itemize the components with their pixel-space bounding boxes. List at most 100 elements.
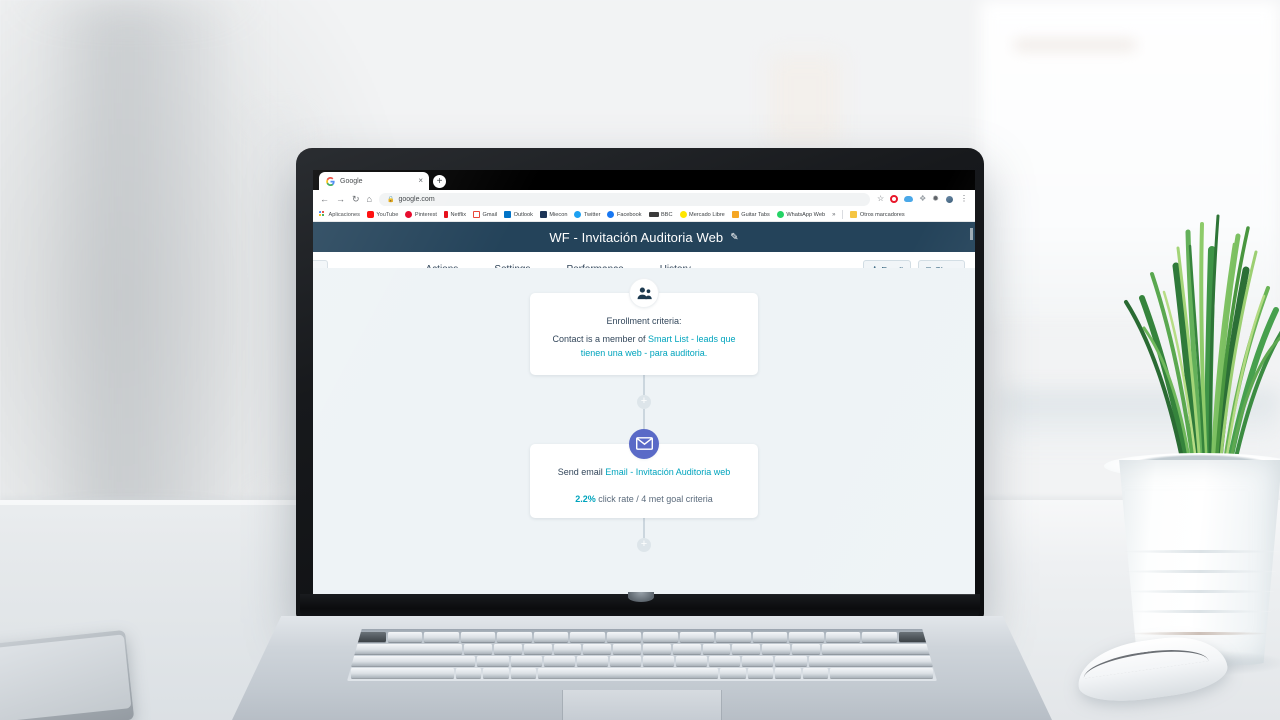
key bbox=[830, 668, 934, 678]
key bbox=[464, 644, 492, 654]
bookmark-item[interactable]: Mercado Libre bbox=[679, 211, 725, 218]
browser-window: Google × + ← → ↻ ⌂ 🔒 google.com ☆ ❖ ✹ ⋮ … bbox=[313, 170, 975, 595]
bookmark-item[interactable]: Guitar Tabs bbox=[731, 211, 770, 218]
bookmark-label: Guitar Tabs bbox=[741, 211, 770, 218]
bookmark-item[interactable]: Outlook bbox=[504, 211, 533, 218]
key bbox=[789, 632, 824, 642]
address-bar[interactable]: 🔒 google.com bbox=[378, 192, 870, 206]
bookmarks-overflow-button[interactable]: » bbox=[832, 212, 835, 218]
enrollment-criteria-title: Enrollment criteria: bbox=[606, 316, 682, 326]
add-step-button-1[interactable]: + bbox=[637, 394, 651, 409]
key bbox=[716, 632, 751, 642]
key bbox=[351, 644, 463, 654]
pot-ring-2 bbox=[1124, 570, 1277, 573]
pinterest-icon bbox=[405, 211, 413, 218]
reload-button[interactable]: ↻ bbox=[352, 194, 360, 204]
bookmarks-bar: Aplicaciones YouTube Pinterest Netflix G… bbox=[313, 208, 975, 222]
key bbox=[742, 656, 774, 666]
key bbox=[642, 644, 671, 654]
key bbox=[732, 644, 761, 654]
laptop-trackpad bbox=[562, 690, 722, 720]
gmail-icon bbox=[473, 211, 481, 218]
spacebar-key bbox=[538, 668, 718, 678]
notebook-device-lid bbox=[0, 634, 132, 720]
extensions-puzzle-icon[interactable]: ✹ bbox=[932, 195, 939, 203]
send-email-metric: 2.2% click rate / 4 met goal criteria bbox=[546, 494, 742, 504]
extension-gray-icon[interactable]: ❖ bbox=[919, 195, 926, 203]
key bbox=[483, 668, 509, 678]
home-button[interactable]: ⌂ bbox=[367, 194, 372, 204]
connector-line-3 bbox=[643, 517, 645, 538]
key bbox=[570, 632, 605, 642]
opera-icon[interactable] bbox=[890, 195, 899, 203]
youtube-icon bbox=[366, 211, 374, 218]
keyboard-row bbox=[351, 668, 934, 678]
edit-pencil-icon[interactable]: ✎ bbox=[730, 232, 738, 243]
laptop-keyboard bbox=[347, 629, 937, 681]
toolbar-icons: ☆ ❖ ✹ ⋮ bbox=[877, 194, 968, 204]
new-tab-button[interactable]: + bbox=[433, 175, 446, 188]
tab-close-icon[interactable]: × bbox=[418, 177, 423, 185]
key bbox=[576, 656, 608, 666]
back-button[interactable]: ← bbox=[320, 194, 329, 204]
bookmarks-divider bbox=[842, 210, 844, 219]
key bbox=[709, 656, 741, 666]
connector-line-2 bbox=[643, 408, 645, 429]
twitter-icon bbox=[574, 211, 582, 218]
workflow-canvas[interactable]: Enrollment criteria: Contact is a member… bbox=[313, 268, 975, 595]
workflow-flow: Enrollment criteria: Contact is a member… bbox=[313, 278, 975, 552]
keyboard-row bbox=[351, 656, 933, 666]
background-pillar bbox=[30, 0, 240, 540]
forward-button[interactable]: → bbox=[336, 194, 345, 204]
bookmark-item[interactable]: Gmail bbox=[473, 211, 497, 218]
key bbox=[672, 644, 701, 654]
click-rate-text: click rate / 4 met goal criteria bbox=[595, 493, 713, 504]
other-bookmarks-label: Otros marcadores bbox=[859, 211, 905, 218]
cloud-sync-icon[interactable] bbox=[904, 196, 914, 202]
contacts-people-icon bbox=[637, 287, 652, 299]
profile-avatar-icon[interactable] bbox=[945, 194, 954, 204]
address-bar-value: google.com bbox=[398, 195, 435, 203]
folder-icon bbox=[850, 211, 858, 218]
key bbox=[676, 656, 708, 666]
miecon-icon bbox=[539, 211, 547, 218]
add-step-button-2[interactable]: + bbox=[637, 537, 651, 552]
bookmark-item[interactable]: Facebook bbox=[607, 211, 642, 218]
bookmark-label: Mercado Libre bbox=[689, 211, 725, 218]
bookmark-item[interactable]: BBC bbox=[648, 212, 673, 218]
bookmark-item[interactable]: Miecon bbox=[539, 211, 567, 218]
photo-scene: Google × + ← → ↻ ⌂ 🔒 google.com ☆ ❖ ✹ ⋮ … bbox=[0, 0, 1280, 720]
add-step-label-1: + bbox=[640, 394, 648, 407]
bookmark-star-icon[interactable]: ☆ bbox=[877, 195, 884, 203]
bookmark-item[interactable]: Pinterest bbox=[405, 211, 437, 218]
key bbox=[424, 632, 459, 642]
grass-blades-icon bbox=[1124, 214, 1280, 474]
email-asset-link[interactable]: Email - Invitación Auditoria web bbox=[605, 467, 730, 477]
background-window-bar bbox=[1015, 40, 1135, 50]
guitar-tabs-icon bbox=[731, 211, 739, 218]
browser-tab-title: Google bbox=[340, 177, 363, 185]
key bbox=[606, 632, 641, 642]
click-rate-value: 2.2% bbox=[575, 493, 596, 504]
bookmark-item[interactable]: Aplicaciones bbox=[319, 211, 360, 218]
keyboard-row bbox=[351, 644, 933, 654]
other-bookmarks-folder[interactable]: Otros marcadores bbox=[850, 211, 905, 218]
key bbox=[775, 668, 801, 678]
bookmark-item[interactable]: Twitter bbox=[574, 211, 600, 218]
add-step-label-2: + bbox=[640, 537, 648, 550]
key bbox=[719, 668, 746, 678]
browser-tab[interactable]: Google × bbox=[319, 172, 429, 190]
key bbox=[825, 632, 860, 642]
key bbox=[477, 656, 509, 666]
bookmark-item[interactable]: YouTube bbox=[366, 211, 398, 218]
key bbox=[747, 668, 774, 678]
chrome-menu-icon[interactable]: ⋮ bbox=[960, 195, 968, 203]
key bbox=[510, 668, 537, 678]
pot-ring-5 bbox=[1130, 632, 1268, 635]
header-right-marker bbox=[970, 228, 973, 240]
bookmark-item[interactable]: Netflix bbox=[443, 211, 466, 218]
key bbox=[862, 632, 897, 642]
key bbox=[510, 656, 542, 666]
key bbox=[583, 644, 612, 654]
bookmark-item[interactable]: WhatsApp Web bbox=[776, 211, 825, 218]
